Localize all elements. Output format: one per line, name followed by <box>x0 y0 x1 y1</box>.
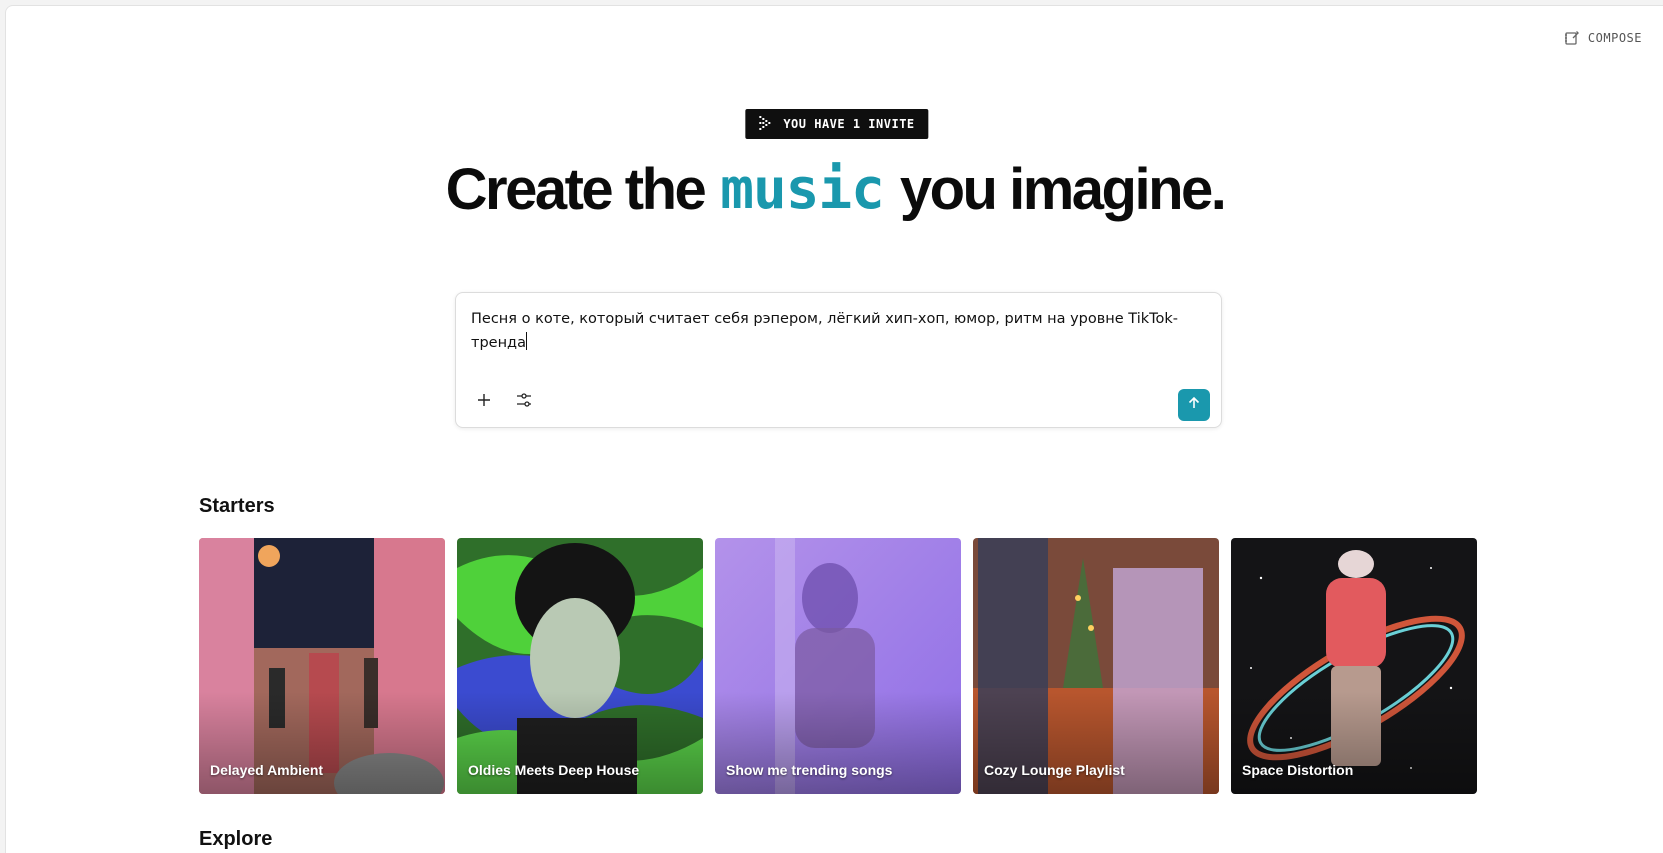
card-label: Space Distortion <box>1242 762 1354 778</box>
card-label: Oldies Meets Deep House <box>468 762 640 778</box>
settings-button[interactable] <box>511 389 537 415</box>
starters-heading: Starters <box>199 495 275 517</box>
starter-card-delayed-ambient[interactable]: Delayed Ambient <box>199 538 445 794</box>
add-button[interactable] <box>471 389 497 415</box>
explore-heading: Explore <box>199 828 273 850</box>
starter-card-trending-songs[interactable]: Show me trending songs <box>715 538 961 794</box>
send-button[interactable] <box>1178 389 1210 421</box>
compose-label: COMPOSE <box>1587 31 1642 45</box>
compose-button[interactable]: COMPOSE <box>1564 30 1642 46</box>
headline-after: you imagine. <box>899 157 1227 222</box>
starters-cards: Delayed Ambient Oldies Meets Deep House <box>199 538 1477 794</box>
headline-before: Create the <box>445 157 707 222</box>
arrow-up-icon <box>1187 396 1201 415</box>
card-shade <box>973 538 1219 794</box>
pixel-arrow-icon <box>757 115 773 134</box>
invite-label: YOU HAVE 1 INVITE <box>783 117 915 131</box>
card-shade <box>457 538 703 794</box>
sliders-icon <box>516 392 532 413</box>
prompt-box[interactable]: Песня о коте, который считает себя рэпер… <box>455 292 1222 428</box>
card-shade <box>1231 538 1477 794</box>
headline-accent: music <box>720 157 885 222</box>
invite-badge[interactable]: YOU HAVE 1 INVITE <box>745 109 929 139</box>
prompt-input[interactable]: Песня о коте, который считает себя рэпер… <box>471 307 1181 355</box>
page-headline: Create the music you imagine. <box>6 156 1663 223</box>
starter-card-cozy-lounge[interactable]: Cozy Lounge Playlist <box>973 538 1219 794</box>
app-frame: COMPOSE YOU HAVE 1 INVITE Create the musi… <box>5 5 1663 853</box>
plus-icon <box>477 393 491 412</box>
card-label: Show me trending songs <box>726 762 893 778</box>
starter-card-oldies-deep-house[interactable]: Oldies Meets Deep House <box>457 538 703 794</box>
card-shade <box>199 538 445 794</box>
starter-card-space-distortion[interactable]: Space Distortion <box>1231 538 1477 794</box>
card-shade <box>715 538 961 794</box>
compose-icon <box>1564 30 1580 46</box>
prompt-value: Песня о коте, который считает себя рэпер… <box>471 311 1179 351</box>
text-caret <box>525 332 527 350</box>
card-label: Delayed Ambient <box>210 762 324 778</box>
card-label: Cozy Lounge Playlist <box>984 762 1125 778</box>
